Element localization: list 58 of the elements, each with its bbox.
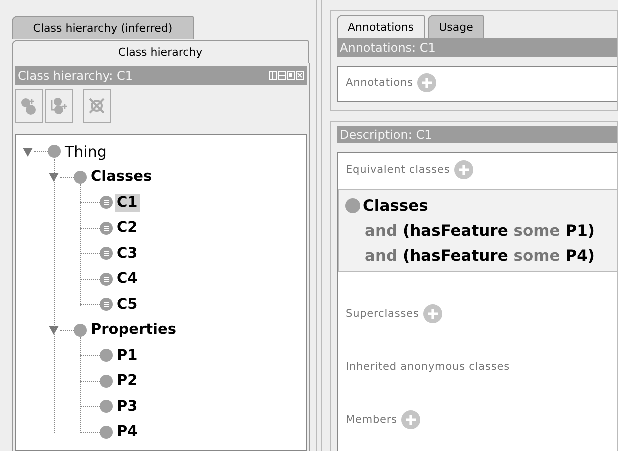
add-icon[interactable]: [423, 304, 444, 324]
class-icon: [345, 198, 361, 214]
class-icon: [100, 400, 113, 414]
tab[interactable]: Annotations: [337, 15, 426, 38]
class-icon: [100, 374, 113, 388]
defined-class-icon: [100, 298, 113, 312]
tree-node[interactable]: P4: [115, 423, 140, 442]
expand-toggle[interactable]: [48, 172, 60, 182]
section-label: Equivalent classes: [346, 164, 450, 176]
tree-node[interactable]: Thing: [63, 142, 109, 162]
class-expression-line: and (hasFeature some P1): [365, 222, 595, 240]
class-icon: [74, 324, 87, 337]
add-sibling-icon: [50, 97, 68, 115]
tree-node[interactable]: P3: [115, 398, 140, 416]
tab[interactable]: Class hierarchy (inferred): [12, 16, 194, 39]
tree-node[interactable]: Classes: [89, 168, 154, 186]
maximize-icon[interactable]: [287, 71, 295, 80]
add-icon[interactable]: [401, 410, 422, 430]
class-icon: [74, 170, 87, 184]
add-subclass-icon: [20, 97, 38, 115]
add-subclass-button[interactable]: [15, 89, 43, 123]
expand-toggle[interactable]: [22, 146, 34, 157]
tree-node[interactable]: C1: [115, 194, 140, 212]
add-icon[interactable]: [454, 160, 474, 180]
tree-node[interactable]: P1: [115, 346, 140, 365]
expression-box[interactable]: Classes and (hasFeature some P1) and (hasFeature some P4): [338, 189, 617, 272]
section-label: Inherited anonymous classes: [346, 361, 510, 374]
tree-node[interactable]: C5: [115, 296, 140, 314]
defined-class-icon: [100, 196, 113, 210]
class-expression-line: Classes: [363, 196, 428, 215]
defined-class-icon: [100, 272, 113, 286]
tree-node[interactable]: Properties: [89, 321, 178, 340]
tree-node[interactable]: C4: [115, 270, 140, 288]
section-label: Superclasses: [346, 308, 420, 320]
section-label: Annotations: [346, 77, 414, 89]
expand-toggle[interactable]: [48, 325, 60, 336]
class-icon: [100, 426, 113, 439]
view-title: Class hierarchy: C1: [18, 68, 133, 82]
view-title: Description: C1: [337, 126, 617, 144]
delete-class-icon: [88, 97, 106, 115]
split-view-icon[interactable]: [269, 71, 277, 80]
view-title: Annotations: C1: [337, 38, 617, 57]
tree-node[interactable]: C3: [115, 244, 140, 263]
class-expression-line: and (hasFeature some P4): [365, 246, 595, 265]
section-label: Members: [346, 414, 398, 426]
tree-node[interactable]: C2: [115, 219, 140, 238]
tree-node[interactable]: P2: [115, 372, 140, 390]
tile-view-icon[interactable]: [278, 71, 286, 80]
class-icon: [48, 145, 61, 158]
close-icon[interactable]: [296, 71, 304, 80]
tab[interactable]: Usage: [428, 15, 484, 38]
defined-class-icon: [100, 247, 113, 260]
add-sibling-button[interactable]: [45, 89, 73, 123]
add-icon[interactable]: [417, 73, 438, 93]
tab[interactable]: Class hierarchy: [12, 40, 309, 63]
class-icon: [100, 349, 113, 362]
defined-class-icon: [100, 222, 113, 235]
delete-class-button[interactable]: [83, 89, 111, 123]
